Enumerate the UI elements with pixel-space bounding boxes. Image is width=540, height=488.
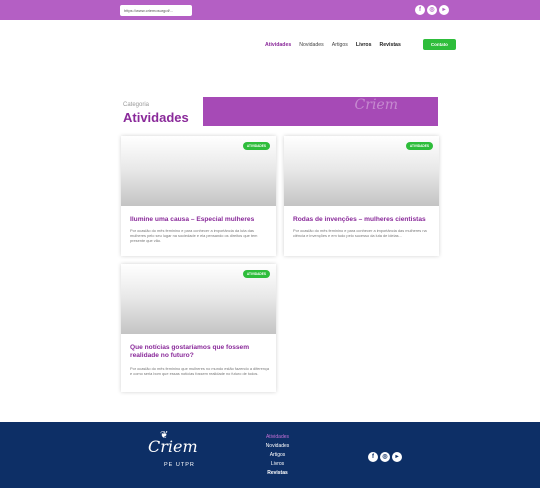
post-title[interactable]: Rodas de invenções – mulheres cientistas xyxy=(293,216,433,224)
footer-logo[interactable]: Criem xyxy=(148,437,198,456)
category-label: Categoria xyxy=(123,102,150,108)
category-badge[interactable]: ATIVIDADES xyxy=(242,142,270,150)
contact-button[interactable]: Contato xyxy=(422,39,456,50)
footer-nav-livros[interactable]: Livros xyxy=(255,460,300,469)
nav-item-livros[interactable]: Livros xyxy=(356,42,372,48)
site-footer: ❦ Criem PE UTPR Atividades Novidades Art… xyxy=(0,422,540,488)
facebook-icon[interactable]: f xyxy=(415,5,425,15)
footer-social-links: f ◎ ▸ xyxy=(368,452,402,462)
instagram-icon[interactable]: ◎ xyxy=(427,5,437,15)
address-field[interactable]: https://www.criemosurgof/... xyxy=(120,5,192,16)
top-social-links: f ◎ ▸ xyxy=(415,5,449,15)
youtube-icon[interactable]: ▸ xyxy=(392,452,402,462)
instagram-icon[interactable]: ◎ xyxy=(380,452,390,462)
footer-nav-novidades[interactable]: Novidades xyxy=(255,442,300,451)
post-excerpt: Por ocasião do mês feminino e para conhe… xyxy=(293,228,427,239)
category-badge[interactable]: ATIVIDADES xyxy=(242,270,270,278)
footer-nav-revistas[interactable]: Revistas xyxy=(255,469,300,478)
post-excerpt: Por ocasião do mês feminino e para conhe… xyxy=(130,228,258,244)
post-card[interactable]: ATIVIDADES Que notícias gostaríamos que … xyxy=(121,264,276,392)
nav-item-atividades[interactable]: Atividades xyxy=(265,42,291,48)
footer-logo-subtitle: PE UTPR xyxy=(164,462,195,468)
post-title[interactable]: Que notícias gostaríamos que fossem real… xyxy=(130,344,270,360)
post-excerpt: Por ocasião do mês feminino que mulheres… xyxy=(130,366,270,377)
nav-item-novidades[interactable]: Novidades xyxy=(299,42,324,48)
facebook-icon[interactable]: f xyxy=(368,452,378,462)
footer-nav-atividades[interactable]: Atividades xyxy=(255,433,300,442)
footer-nav: Atividades Novidades Artigos Livros Revi… xyxy=(255,433,300,478)
page-title: Atividades xyxy=(123,110,189,125)
category-banner: Criem xyxy=(203,97,438,126)
nav-item-revistas[interactable]: Revistas xyxy=(379,42,400,48)
post-card[interactable]: ATIVIDADES Ilumine uma causa – Especial … xyxy=(121,136,276,256)
post-card[interactable]: ATIVIDADES Rodas de invenções – mulheres… xyxy=(284,136,439,256)
top-bar: https://www.criemosurgof/... f ◎ ▸ xyxy=(0,0,540,20)
banner-watermark-logo: Criem xyxy=(354,97,398,113)
nav-item-artigos[interactable]: Artigos xyxy=(332,42,348,48)
youtube-icon[interactable]: ▸ xyxy=(439,5,449,15)
main-nav: Atividades Novidades Artigos Livros Revi… xyxy=(265,39,456,50)
footer-nav-artigos[interactable]: Artigos xyxy=(255,451,300,460)
category-badge[interactable]: ATIVIDADES xyxy=(405,142,433,150)
post-title[interactable]: Ilumine uma causa – Especial mulheres xyxy=(130,216,270,224)
